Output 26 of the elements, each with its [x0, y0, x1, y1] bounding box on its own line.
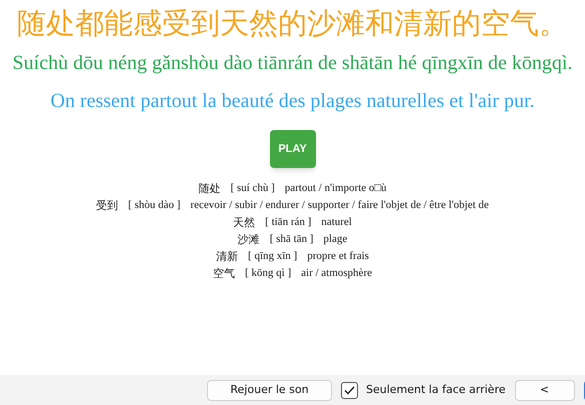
vocab-word: 随处 — [198, 181, 220, 197]
vocab-word: 天然 — [233, 215, 256, 231]
vocab-pinyin: [ shā tān ] — [270, 232, 314, 247]
vocab-pinyin: [ suí chù ] — [230, 181, 275, 196]
vocab-meaning: recevoir / subir / endurer / supporter / faire l'objet de / être l'objet de — [190, 198, 489, 213]
translation-sentence: On ressent partout la beauté des plages naturelles et l'air pur. — [50, 89, 536, 114]
replay-button[interactable]: Rejouer le son — [207, 380, 332, 400]
back-only-checkbox[interactable] — [341, 382, 358, 398]
vocab-meaning: partout / n'importe o□ù — [284, 181, 387, 196]
vocab-word: 清新 — [216, 249, 238, 265]
pinyin-sentence: Suíchù dōu néng gǎnshòu dào tiānrán de shātān hé qīngxīn de kōngqì. — [12, 51, 574, 76]
vocab-word: 受到 — [96, 198, 118, 214]
vocab-meaning: propre et frais — [307, 249, 369, 264]
vocab-meaning: air / atmosphère — [301, 266, 372, 281]
vocab-pinyin: [ tiān rán ] — [265, 215, 312, 230]
vocab-word: 沙滩 — [238, 232, 260, 248]
vocab-word: 空气 — [212, 266, 235, 282]
previous-button[interactable]: < — [514, 380, 574, 400]
vocab-pinyin: [ shòu dào ] — [128, 198, 180, 213]
vocab-meaning: plage — [323, 232, 348, 247]
vocab-pinyin: [ kōng qì ] — [244, 266, 292, 281]
vocab-pinyin: [ qīng xīn ] — [248, 249, 298, 264]
vocab-meaning: naturel — [321, 215, 352, 230]
checkmark-icon — [344, 386, 355, 394]
chinese-sentence: 随处都能感受到天然的沙滩和清新的空气。 — [16, 5, 569, 42]
back-only-label: Seulement la face arrière — [366, 382, 506, 398]
